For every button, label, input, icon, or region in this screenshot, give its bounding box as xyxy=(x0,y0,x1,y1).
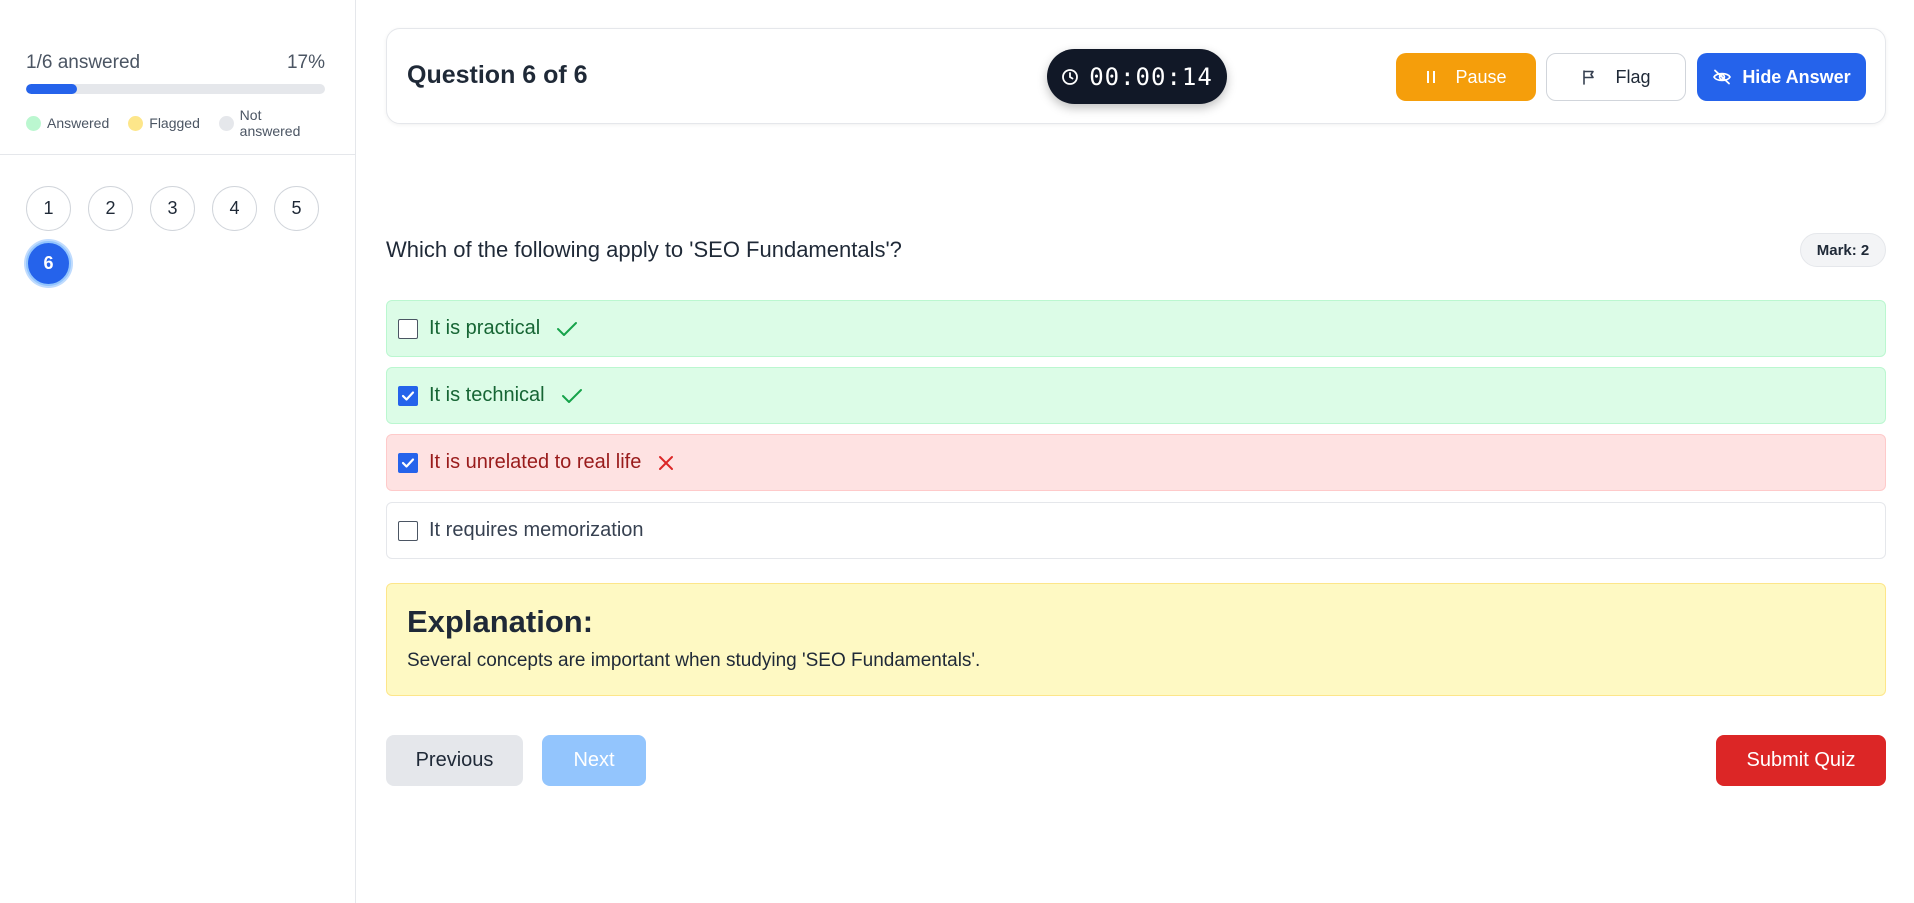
sidebar-divider xyxy=(0,154,356,155)
question-navigator: 1 2 3 4 5 6 xyxy=(26,186,326,296)
status-legend: Answered Flagged Not answered xyxy=(26,107,325,139)
progress-bar-fill xyxy=(26,84,77,94)
answer-option-label: It is technical xyxy=(429,384,545,406)
answer-checkbox[interactable] xyxy=(398,452,418,473)
clock-icon xyxy=(1061,68,1079,86)
legend-answered: Answered xyxy=(26,115,109,131)
question-nav-button-5[interactable]: 5 xyxy=(274,186,319,231)
answer-option-4[interactable]: It requires memorization xyxy=(386,502,1886,559)
answer-checkbox[interactable] xyxy=(398,385,418,406)
answer-option-label: It requires memorization xyxy=(429,519,644,541)
pause-icon xyxy=(1425,70,1437,84)
answered-count: 1/6 answered xyxy=(26,52,141,73)
eye-off-icon xyxy=(1712,69,1732,85)
pause-button[interactable]: Pause xyxy=(1396,53,1536,101)
legend-not-answered: Not answered xyxy=(218,107,325,139)
check-icon xyxy=(556,320,578,338)
cross-icon xyxy=(657,454,675,472)
hide-answer-button-label: Hide Answer xyxy=(1742,66,1851,87)
question-sidebar: 1/6 answered 17% Answered Flagged Not an… xyxy=(0,0,356,903)
question-header: Question 6 of 6 00:00:14 Pause Flag Hide… xyxy=(386,28,1886,124)
answer-option-3[interactable]: It is unrelated to real life xyxy=(386,434,1886,491)
legend-dot-not-answered xyxy=(218,115,234,131)
timer-value: 00:00:14 xyxy=(1089,62,1213,91)
flag-icon xyxy=(1581,69,1597,85)
flag-button[interactable]: Flag xyxy=(1546,53,1686,101)
mark-badge: Mark: 2 xyxy=(1800,233,1886,267)
question-text: Which of the following apply to 'SEO Fun… xyxy=(386,237,902,262)
question-nav-button-2[interactable]: 2 xyxy=(88,186,133,231)
answer-checkbox[interactable] xyxy=(398,318,418,339)
progress-percent: 17% xyxy=(286,52,325,73)
explanation-title: Explanation: xyxy=(407,604,594,639)
progress-bar xyxy=(26,84,325,94)
hide-answer-button[interactable]: Hide Answer xyxy=(1697,53,1866,101)
explanation-text: Several concepts are important when stud… xyxy=(407,650,981,671)
question-nav-button-4[interactable]: 4 xyxy=(212,186,257,231)
answer-option-2[interactable]: It is technical xyxy=(386,367,1886,424)
question-nav-button-6[interactable]: 6 xyxy=(26,241,71,286)
legend-dot-flagged xyxy=(128,115,144,131)
legend-flagged: Flagged xyxy=(128,115,200,131)
question-nav-button-1[interactable]: 1 xyxy=(26,186,71,231)
question-nav-button-3[interactable]: 3 xyxy=(150,186,195,231)
answer-option-label: It is practical xyxy=(429,317,541,339)
progress-block: 1/6 answered 17% Answered Flagged Not an… xyxy=(26,52,325,139)
legend-label: Not answered xyxy=(239,107,301,139)
legend-label: Flagged xyxy=(149,115,200,131)
question-counter-title: Question 6 of 6 xyxy=(407,61,588,89)
timer: 00:00:14 xyxy=(1047,49,1227,104)
answer-checkbox[interactable] xyxy=(398,520,418,541)
pause-button-label: Pause xyxy=(1455,66,1507,87)
legend-dot-answered xyxy=(26,115,41,131)
submit-quiz-button[interactable]: Submit Quiz xyxy=(1716,735,1886,786)
previous-button[interactable]: Previous xyxy=(386,735,523,786)
answer-option-1[interactable]: It is practical xyxy=(386,300,1886,357)
next-button[interactable]: Next xyxy=(542,735,646,786)
check-icon xyxy=(561,387,583,405)
legend-label: Answered xyxy=(47,115,110,131)
flag-button-label: Flag xyxy=(1615,66,1651,87)
explanation-panel: Explanation: Several concepts are import… xyxy=(386,583,1886,696)
answer-option-label: It is unrelated to real life xyxy=(429,451,642,473)
